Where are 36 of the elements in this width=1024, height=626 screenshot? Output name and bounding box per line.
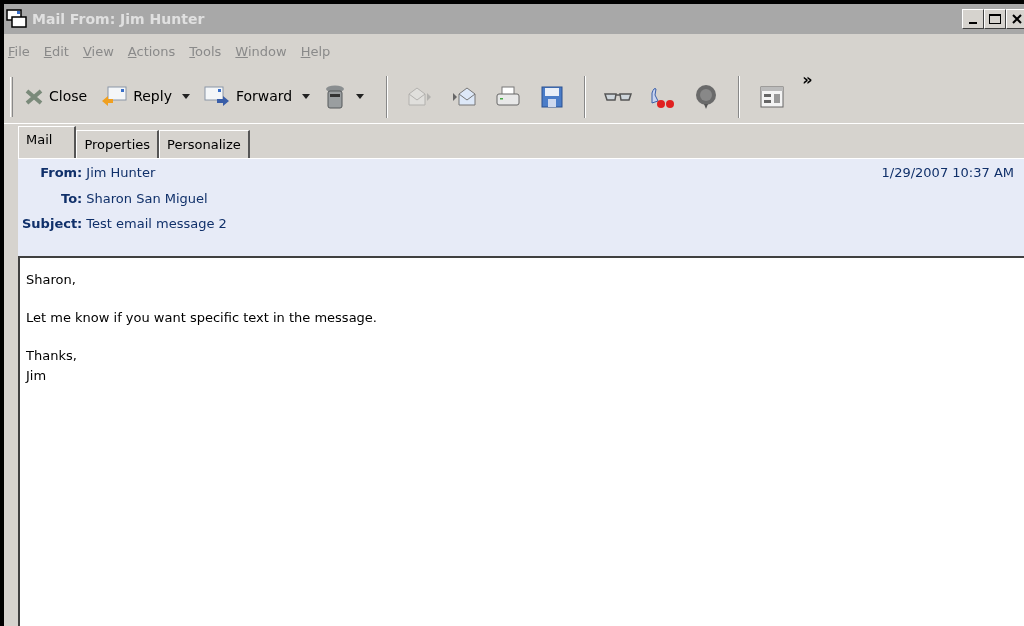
maximize-button[interactable] [984,9,1006,29]
envelope-icon [452,86,477,107]
envelopes-icon [6,9,28,29]
tab[interactable]: Mail [18,126,77,158]
toolbar-button[interactable]: Reply [99,85,174,108]
caret-icon[interactable] [356,94,365,99]
minimize-button[interactable] [962,9,984,29]
envelope-arrow-icon [101,85,128,108]
close-button[interactable] [1006,9,1024,29]
glasses-icon [604,90,633,103]
seal-icon [695,83,718,110]
toolbar-button[interactable]: Close [23,86,90,107]
toolbar-button[interactable]: Forward [201,85,295,108]
printer-icon [496,85,521,108]
form-view-icon [760,85,785,108]
x-icon [25,88,43,105]
tab[interactable]: Personalize [159,130,250,158]
field-label: Subject: [22,215,83,233]
body-paragraph: Thanks, Jim [26,347,78,385]
caret-icon[interactable] [181,94,190,99]
caret-icon[interactable] [302,94,311,99]
tab[interactable]: Properties [76,130,160,158]
field-label: From: [39,164,83,182]
field-value: Jim Hunter [86,164,157,182]
close-icon [1012,14,1022,24]
window-title: Mail From: Jim Hunter [32,9,205,29]
field-value: Test email message 2 [86,215,227,233]
envelope-arrow-icon [203,85,230,108]
field-label: To: [60,189,83,208]
more-button[interactable]: » [802,72,813,88]
body-paragraph: Let me know if you want specific text in the message. [26,309,378,327]
body-paragraph: Sharon, [26,271,77,289]
field-value: Sharon San Miguel [86,189,209,208]
trash-can-icon [324,83,347,110]
envelope-icon [408,86,433,107]
date-text: 1/29/2007 10:37 AM [881,164,1014,182]
